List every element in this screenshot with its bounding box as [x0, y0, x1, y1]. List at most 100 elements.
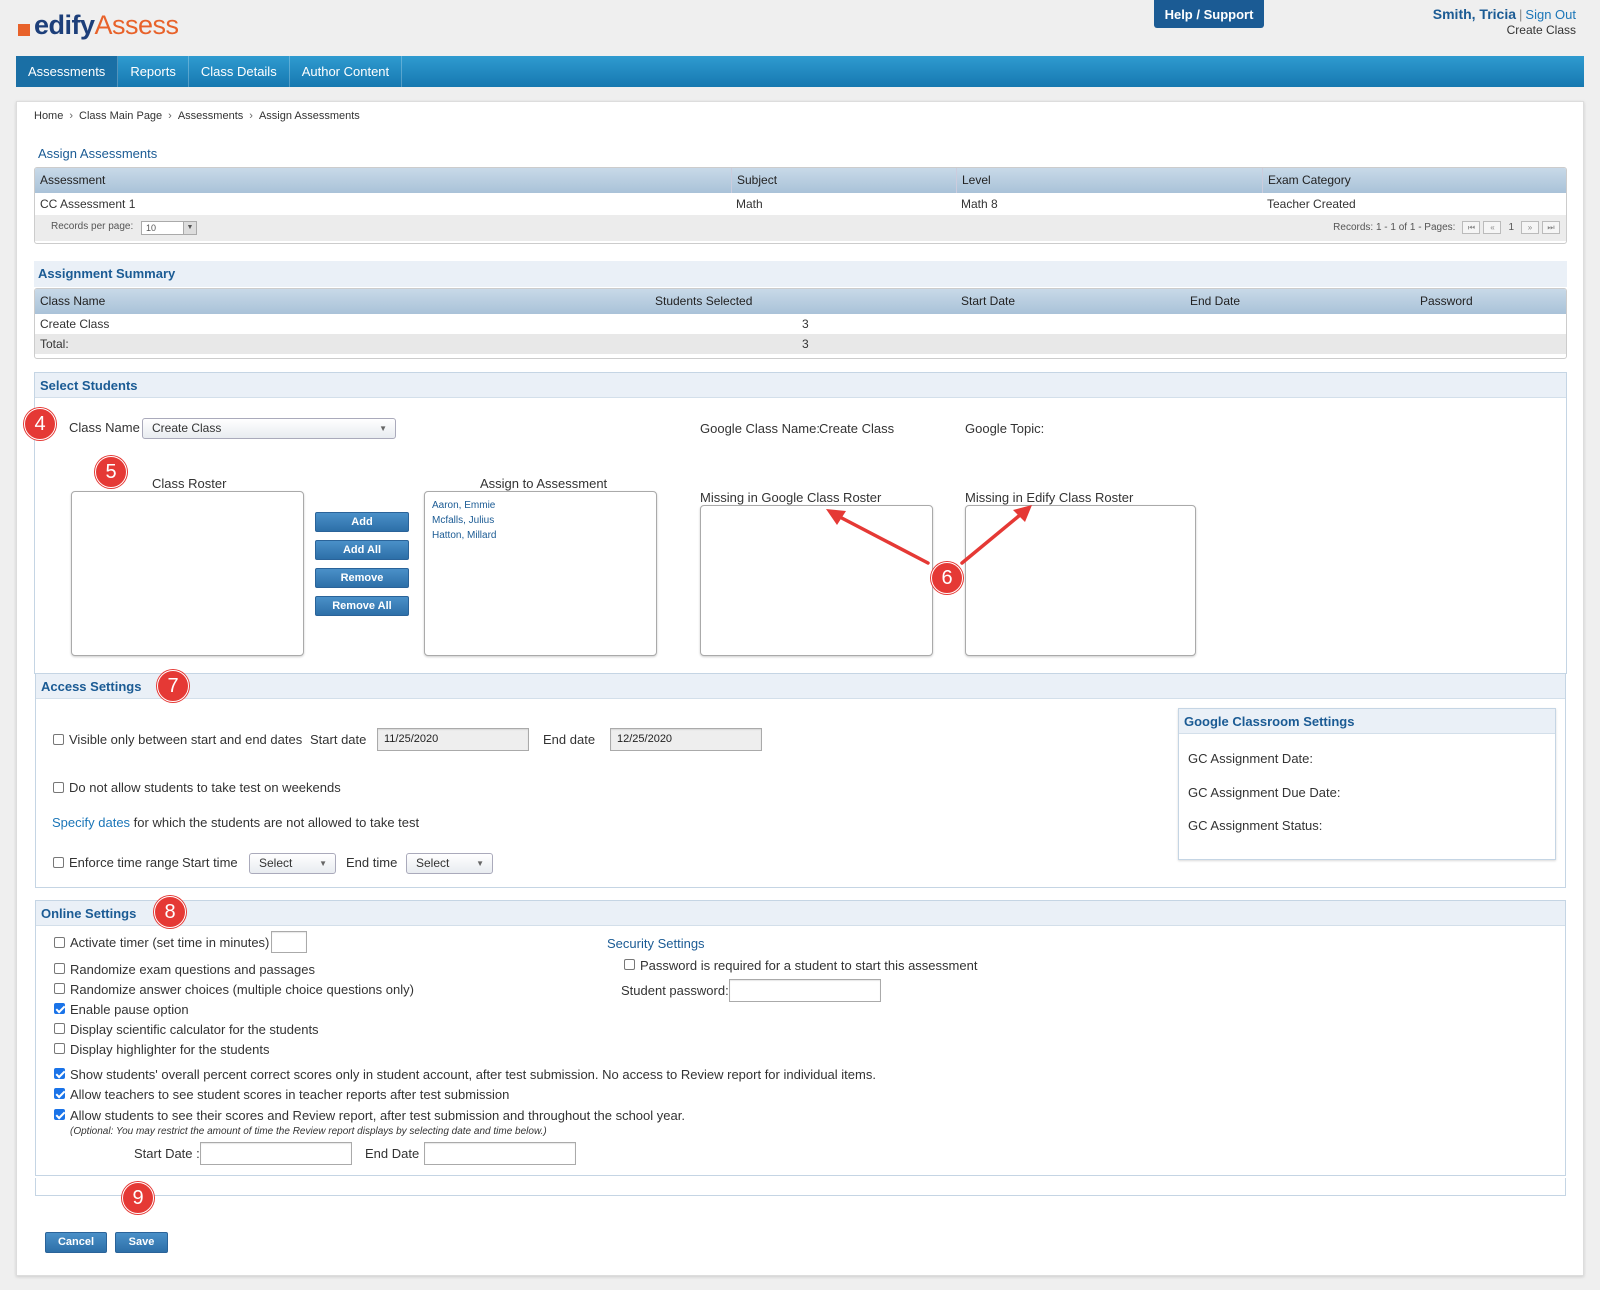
- assign-to-assessment-list[interactable]: Aaron, Emmie Mcfalls, Julius Hatton, Mil…: [424, 491, 657, 656]
- records-per-page-value: 10: [146, 223, 157, 233]
- show-overall-percent-checkbox[interactable]: [54, 1068, 65, 1079]
- table-header: Assessment Subject Level Exam Category: [35, 168, 1566, 193]
- save-button[interactable]: Save: [115, 1232, 168, 1253]
- list-item[interactable]: Mcfalls, Julius: [425, 513, 656, 528]
- logo-edify-text: edify: [34, 10, 95, 40]
- add-all-button[interactable]: Add All: [315, 540, 409, 560]
- cell-students-selected: 3: [802, 317, 809, 331]
- col-exam-category[interactable]: Exam Category: [1262, 168, 1351, 193]
- students-see-review-checkbox[interactable]: [54, 1109, 65, 1120]
- missing-google-roster-label: Missing in Google Class Roster: [700, 490, 882, 505]
- records-info: Records: 1 - 1 of 1 - Pages:: [1333, 222, 1456, 233]
- col-subject[interactable]: Subject: [731, 168, 777, 193]
- google-class-name-label: Google Class Name:: [700, 421, 820, 436]
- enable-pause-checkbox[interactable]: [54, 1003, 65, 1014]
- remove-all-button[interactable]: Remove All: [315, 596, 409, 616]
- records-per-page-label: Records per page:: [51, 221, 134, 232]
- records-per-page-select[interactable]: 10 ▼: [141, 221, 197, 235]
- show-overall-percent-label: Show students' overall percent correct s…: [70, 1067, 876, 1082]
- total-value: 3: [802, 337, 809, 351]
- review-start-date-input[interactable]: [200, 1142, 352, 1165]
- annotation-badge-9: 9: [122, 1182, 154, 1214]
- class-roster-list[interactable]: [71, 491, 304, 656]
- edify-assess-logo[interactable]: edify Assess: [18, 10, 179, 41]
- chevron-down-icon: ▼: [183, 222, 196, 234]
- student-password-input[interactable]: [729, 979, 881, 1002]
- end-date-input[interactable]: 12/25/2020: [610, 728, 762, 751]
- gc-assignment-status-label: GC Assignment Status:: [1188, 818, 1323, 833]
- randomize-questions-checkbox[interactable]: [54, 963, 65, 974]
- table-row[interactable]: CC Assessment 1 Math Math 8 Teacher Crea…: [35, 193, 1566, 215]
- scientific-calculator-checkbox[interactable]: [54, 1023, 65, 1034]
- gc-assignment-date-label: GC Assignment Date:: [1188, 751, 1313, 766]
- add-button[interactable]: Add: [315, 512, 409, 532]
- activate-timer-checkbox[interactable]: [54, 937, 65, 948]
- no-weekends-checkbox[interactable]: [53, 782, 64, 793]
- logo-assess-text: Assess: [94, 10, 180, 40]
- select-students-title: Select Students: [35, 373, 1566, 398]
- col-students-selected: Students Selected: [655, 294, 753, 308]
- breadcrumb-assessments[interactable]: Assessments: [178, 110, 243, 122]
- password-required-label: Password is required for a student to st…: [640, 958, 978, 973]
- start-date-input[interactable]: 11/25/2020: [377, 728, 529, 751]
- specify-dates-text: Specify dates for which the students are…: [52, 815, 419, 830]
- col-level[interactable]: Level: [956, 168, 991, 193]
- total-row: Total: 3: [35, 334, 1566, 354]
- google-class-name-value: Create Class: [819, 421, 895, 436]
- specify-dates-link[interactable]: Specify dates: [52, 815, 130, 830]
- highlighter-checkbox[interactable]: [54, 1043, 65, 1054]
- assign-to-assessment-label: Assign to Assessment: [480, 476, 608, 491]
- help-support-button[interactable]: Help / Support: [1154, 0, 1264, 28]
- sign-out-link[interactable]: Sign Out: [1525, 7, 1576, 22]
- logo-square-icon: [18, 23, 30, 36]
- cell-exam-category: Teacher Created: [1267, 197, 1356, 211]
- access-settings-title: Access Settings: [36, 674, 1565, 699]
- start-time-value: Select: [259, 856, 293, 870]
- visible-between-dates-label: Visible only between start and end dates: [69, 732, 303, 747]
- no-weekends-label: Do not allow students to take test on we…: [69, 780, 341, 795]
- col-class-name: Class Name: [40, 294, 106, 308]
- end-date-label: End date: [543, 732, 596, 747]
- students-see-review-label: Allow students to see their scores and R…: [70, 1108, 685, 1123]
- visible-between-dates-checkbox[interactable]: [53, 734, 64, 745]
- start-date-label: Start date: [310, 732, 367, 747]
- assignment-summary-header-bg: [34, 261, 1567, 287]
- user-name[interactable]: Smith, Tricia: [1433, 6, 1516, 22]
- last-page-button[interactable]: ⏭: [1542, 221, 1560, 234]
- enforce-time-range-label: Enforce time range: [69, 855, 179, 870]
- col-end-date: End Date: [1190, 294, 1241, 308]
- first-page-button[interactable]: ⏮: [1462, 221, 1481, 234]
- breadcrumb-class-main-page[interactable]: Class Main Page: [79, 110, 162, 122]
- col-assessment[interactable]: Assessment: [40, 168, 105, 193]
- breadcrumb-assign-assessments: Assign Assessments: [258, 110, 360, 122]
- list-item[interactable]: Aaron, Emmie: [425, 498, 656, 513]
- password-required-checkbox[interactable]: [624, 959, 635, 970]
- cancel-button[interactable]: Cancel: [45, 1232, 107, 1253]
- randomize-answers-checkbox[interactable]: [54, 983, 65, 994]
- prev-page-button[interactable]: «: [1483, 221, 1502, 234]
- timer-minutes-input[interactable]: [271, 931, 307, 953]
- start-time-select[interactable]: Select ▼: [249, 853, 336, 874]
- remove-button[interactable]: Remove: [315, 568, 409, 588]
- table-row: Create Class 3: [35, 314, 1566, 334]
- assign-assessments-title: Assign Assessments: [38, 146, 158, 161]
- class-name-select[interactable]: Create Class ▼: [142, 418, 396, 439]
- end-time-value: Select: [416, 856, 450, 870]
- nav-assessments[interactable]: Assessments: [16, 56, 119, 87]
- list-item[interactable]: Hatton, Millard: [425, 528, 656, 543]
- end-time-select[interactable]: Select ▼: [406, 853, 493, 874]
- nav-reports[interactable]: Reports: [118, 56, 189, 87]
- gc-assignment-due-date-label: GC Assignment Due Date:: [1188, 785, 1341, 800]
- enforce-time-range-checkbox[interactable]: [53, 857, 64, 868]
- annotation-badge-6: 6: [931, 562, 963, 594]
- review-start-date-label: Start Date :: [134, 1146, 200, 1161]
- review-end-date-input[interactable]: [424, 1142, 576, 1165]
- nav-author-content[interactable]: Author Content: [290, 56, 403, 87]
- nav-class-details[interactable]: Class Details: [189, 56, 290, 87]
- breadcrumb-separator: ›: [168, 110, 172, 122]
- enable-pause-label: Enable pause option: [70, 1002, 189, 1017]
- assign-assessments-table: Assessment Subject Level Exam Category C…: [34, 167, 1567, 244]
- teachers-see-scores-checkbox[interactable]: [54, 1088, 65, 1099]
- breadcrumb-home[interactable]: Home: [34, 110, 63, 122]
- next-page-button[interactable]: »: [1521, 221, 1539, 234]
